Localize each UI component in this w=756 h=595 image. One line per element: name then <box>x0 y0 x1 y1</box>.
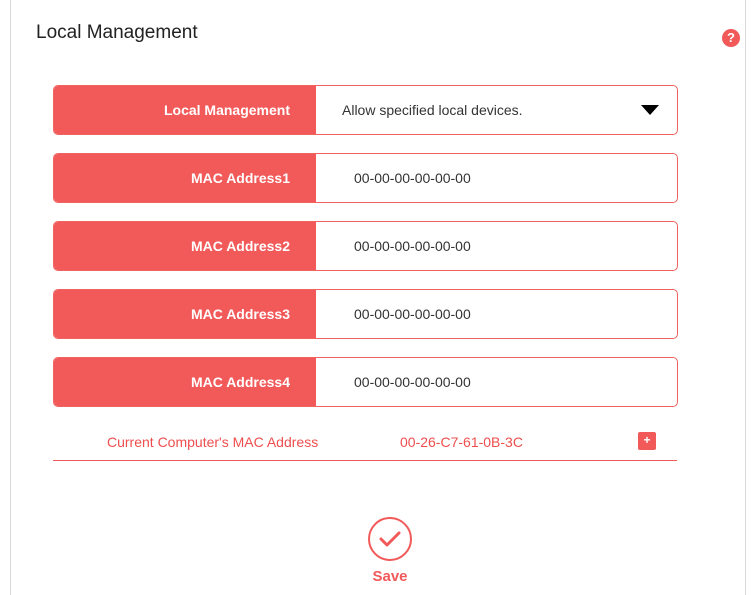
mac-address-row-3: MAC Address3 00-00-00-00-00-00 <box>53 289 678 339</box>
mac-address-1-label: MAC Address1 <box>54 154 316 202</box>
local-management-select[interactable]: Allow specified local devices. <box>316 86 677 134</box>
mac-address-row-4: MAC Address4 00-00-00-00-00-00 <box>53 357 678 407</box>
save-label: Save <box>372 568 408 585</box>
mac-address-4-input[interactable]: 00-00-00-00-00-00 <box>316 358 677 406</box>
page-title: Local Management <box>36 22 198 43</box>
local-management-selected-value: Allow specified local devices. <box>342 102 523 118</box>
mac-address-row-1: MAC Address1 00-00-00-00-00-00 <box>53 153 678 203</box>
current-computer-mac-row: Current Computer's MAC Address 00-26-C7-… <box>53 427 677 461</box>
local-management-label: Local Management <box>54 86 316 134</box>
mac-address-1-input[interactable]: 00-00-00-00-00-00 <box>316 154 677 202</box>
current-mac-label: Current Computer's MAC Address <box>107 434 319 450</box>
current-mac-value: 00-26-C7-61-0B-3C <box>400 434 523 450</box>
mac-address-4-label: MAC Address4 <box>54 358 316 406</box>
mac-address-3-label: MAC Address3 <box>54 290 316 338</box>
mac-address-2-label: MAC Address2 <box>54 222 316 270</box>
mac-address-3-input[interactable]: 00-00-00-00-00-00 <box>316 290 677 338</box>
check-circle-icon <box>368 517 412 561</box>
mac-address-row-2: MAC Address2 00-00-00-00-00-00 <box>53 221 678 271</box>
add-current-mac-button[interactable]: + <box>638 432 656 450</box>
help-icon[interactable]: ? <box>722 29 740 47</box>
local-management-select-row[interactable]: Local Management Allow specified local d… <box>53 85 678 135</box>
mac-address-2-input[interactable]: 00-00-00-00-00-00 <box>316 222 677 270</box>
caret-down-icon[interactable] <box>641 105 659 115</box>
save-button[interactable]: Save <box>366 517 414 585</box>
